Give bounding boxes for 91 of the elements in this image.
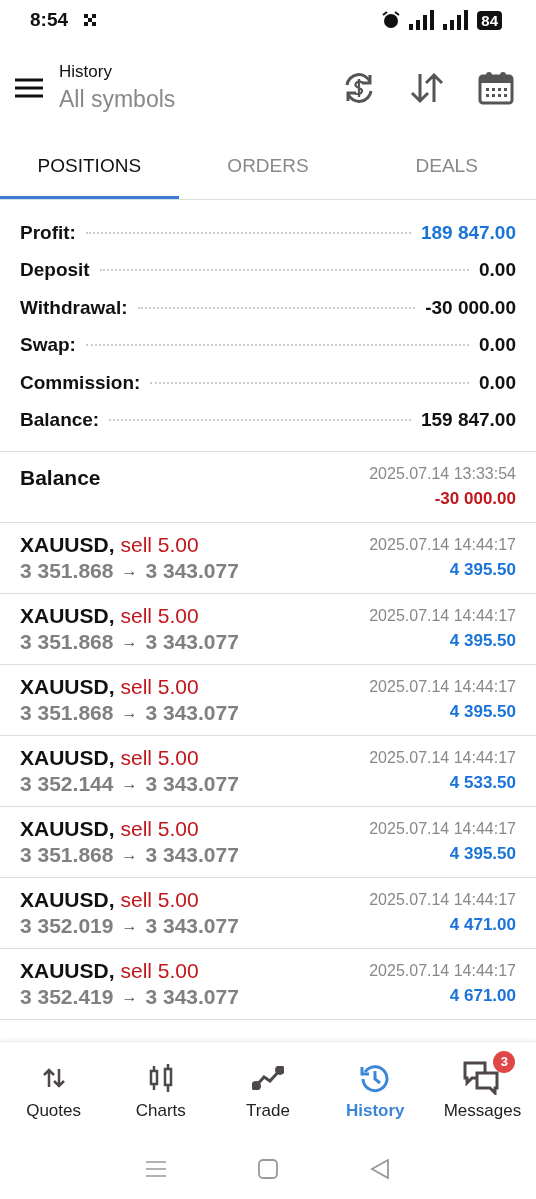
deal-profit: 4 533.50 [449, 773, 516, 793]
nav-item[interactable]: Charts [107, 1042, 215, 1139]
nav-item[interactable]: History [321, 1042, 429, 1139]
close-price: 3 343.077 [145, 772, 239, 796]
deal-profit: 4 671.00 [449, 986, 516, 1006]
summary-value: 0.00 [479, 334, 516, 357]
deal-action: sell 5.00 [120, 817, 199, 841]
arrows-icon [42, 1066, 65, 1089]
close-price: 3 343.077 [145, 985, 239, 1009]
deal-action: sell 5.00 [120, 533, 199, 557]
symbol-filter[interactable]: All symbols [59, 86, 308, 113]
chat-icon [463, 1060, 502, 1095]
deal-time: 2025.07.14 14:44:17 [369, 678, 516, 696]
deal-time: 2025.07.14 14:44:17 [369, 891, 516, 909]
summary-label: Withdrawal: [20, 296, 128, 319]
deal-symbol: XAUUSD, [20, 604, 115, 628]
calendar-icon[interactable] [478, 70, 514, 105]
deal-time: 2025.07.14 14:44:17 [369, 536, 516, 554]
entry-title: Balance [20, 466, 101, 490]
summary-label: Deposit [20, 259, 90, 282]
open-price: 3 351.868 [20, 843, 114, 867]
screen-title: History [59, 62, 113, 82]
signal-icon [409, 10, 436, 30]
deal-profit: 4 395.50 [449, 560, 516, 580]
home-icon[interactable] [258, 1159, 278, 1179]
notification-icon [84, 14, 97, 26]
entry-time: 2025.07.14 13:33:54 [369, 465, 516, 483]
tab[interactable]: DEALS [357, 135, 536, 199]
deal-time: 2025.07.14 14:44:17 [369, 962, 516, 980]
deal-action: sell 5.00 [120, 675, 199, 699]
open-price: 3 352.419 [20, 985, 114, 1009]
deal-action: sell 5.00 [120, 604, 199, 628]
candlestick-icon [147, 1063, 174, 1092]
arrow-icon: → [121, 846, 138, 864]
deal-action: sell 5.00 [120, 746, 199, 770]
deal-time: 2025.07.14 14:44:17 [369, 607, 516, 625]
deal-symbol: XAUUSD, [20, 533, 115, 557]
close-price: 3 343.077 [145, 843, 239, 867]
deal-action: sell 5.00 [120, 959, 199, 983]
deal-action: sell 5.00 [120, 888, 199, 912]
open-price: 3 351.868 [20, 559, 114, 583]
back-icon[interactable] [370, 1159, 390, 1179]
close-price: 3 343.077 [145, 630, 239, 654]
deal-symbol: XAUUSD, [20, 888, 115, 912]
summary-value: 159 847.00 [420, 409, 516, 432]
arrow-icon: → [121, 633, 138, 651]
deal-profit: 4 395.50 [449, 631, 516, 651]
deal-symbol: XAUUSD, [20, 675, 115, 699]
close-price: 3 343.077 [145, 701, 239, 725]
close-price: 3 343.077 [145, 914, 239, 938]
status-time: 8:54 [30, 9, 69, 31]
summary-value: -30 000.00 [425, 296, 516, 319]
nav-item[interactable]: Trade [214, 1042, 322, 1139]
deal-symbol: XAUUSD, [20, 817, 115, 841]
open-price: 3 352.144 [20, 772, 114, 796]
entry-amount: -30 000.00 [434, 489, 516, 509]
signal-icon [443, 10, 470, 30]
arrow-icon: → [121, 988, 138, 1006]
summary-label: Profit: [20, 221, 76, 244]
summary-label: Balance: [20, 409, 100, 432]
arrow-icon: → [121, 917, 138, 935]
summary-value: 189 847.00 [420, 221, 516, 244]
notification-badge: 3 [493, 1050, 516, 1073]
history-icon [360, 1062, 391, 1093]
deal-time: 2025.07.14 14:44:17 [369, 820, 516, 838]
nav-item[interactable]: Quotes [0, 1042, 108, 1139]
battery-indicator: 84 [477, 10, 502, 30]
deal-symbol: XAUUSD, [20, 746, 115, 770]
nav-item[interactable]: 3 Messages [428, 1042, 536, 1139]
deal-time: 2025.07.14 14:44:17 [369, 749, 516, 767]
deal-profit: 4 471.00 [449, 915, 516, 935]
arrow-icon: → [121, 704, 138, 722]
deal-symbol: XAUUSD, [20, 959, 115, 983]
summary-value: 0.00 [479, 259, 516, 282]
tab[interactable]: ORDERS [178, 135, 358, 199]
deal-profit: 4 395.50 [449, 702, 516, 722]
summary-label: Swap: [20, 334, 76, 357]
summary-value: 0.00 [479, 371, 516, 394]
arrow-icon: → [121, 775, 138, 793]
open-price: 3 351.868 [20, 701, 114, 725]
close-price: 3 343.077 [145, 559, 239, 583]
arrow-icon: → [121, 562, 138, 580]
menu-icon[interactable] [15, 77, 43, 98]
summary-label: Commission: [20, 371, 141, 394]
open-price: 3 352.019 [20, 914, 114, 938]
tab[interactable]: POSITIONS [0, 135, 179, 199]
deal-profit: 4 395.50 [449, 844, 516, 864]
alarm-icon [381, 10, 402, 30]
open-price: 3 351.868 [20, 630, 114, 654]
sort-icon[interactable] [410, 71, 444, 104]
line-chart-icon [252, 1065, 284, 1090]
